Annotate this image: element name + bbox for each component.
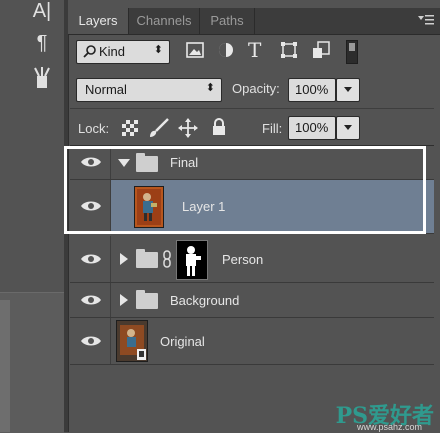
chevron-down-icon xyxy=(344,125,352,130)
lock-image-pixels-brush-icon[interactable] xyxy=(148,118,170,143)
panel-tab-bar: Layers Channels Paths xyxy=(68,8,440,35)
eye-icon xyxy=(81,336,101,346)
character-panel-icon[interactable]: A| xyxy=(24,0,60,28)
eye-icon xyxy=(81,295,101,305)
layer-name: Background xyxy=(170,293,240,308)
layer-row-person[interactable]: Person xyxy=(70,236,434,283)
divider xyxy=(70,108,434,109)
opacity-dropdown-button[interactable] xyxy=(336,78,360,102)
visibility-toggle[interactable] xyxy=(70,283,111,317)
paragraph-panel-icon[interactable]: ¶ xyxy=(24,32,60,60)
pixel-layer-filter-icon[interactable] xyxy=(186,42,204,63)
chevron-updown-icon: ⬍ xyxy=(205,82,215,94)
panel-menu-icon[interactable] xyxy=(418,14,434,28)
tab-paths[interactable]: Paths xyxy=(200,8,255,34)
lock-all-icon[interactable] xyxy=(212,118,226,141)
smart-object-filter-icon[interactable] xyxy=(312,41,330,64)
shape-layer-filter-icon[interactable] xyxy=(280,42,298,63)
folder-icon xyxy=(136,249,158,268)
layer-row-original[interactable]: Original xyxy=(70,318,434,365)
fill-label: Fill: xyxy=(262,121,283,136)
eye-icon xyxy=(81,254,101,264)
layer-row-background[interactable]: Background xyxy=(70,283,434,318)
fill-dropdown-button[interactable] xyxy=(336,116,360,140)
search-icon xyxy=(83,44,97,61)
chevron-down-icon xyxy=(344,87,352,92)
side-scroll-area xyxy=(0,300,10,432)
opacity-input[interactable]: 100% xyxy=(288,78,336,102)
fill-value: 100% xyxy=(295,120,329,135)
folder-icon xyxy=(136,290,158,309)
lock-position-move-icon[interactable] xyxy=(178,118,198,143)
layer-name: Person xyxy=(222,252,264,267)
blend-mode-select[interactable]: Normal ⬍ xyxy=(76,78,222,102)
tool-presets-icon[interactable] xyxy=(24,66,60,94)
chevron-updown-icon: ⬍ xyxy=(153,44,163,56)
lock-label: Lock: xyxy=(78,121,110,136)
expand-arrow-icon[interactable] xyxy=(120,294,128,306)
lock-transparent-pixels-icon[interactable] xyxy=(122,120,138,141)
highlight-frame xyxy=(64,146,426,234)
blend-mode-value: Normal xyxy=(85,82,127,97)
type-layer-filter-icon[interactable]: T xyxy=(248,38,261,62)
adjustment-layer-filter-icon[interactable] xyxy=(218,42,234,63)
visibility-toggle[interactable] xyxy=(70,236,111,282)
smart-object-thumbnail xyxy=(116,320,148,362)
filter-kind-select[interactable]: Kind ⬍ xyxy=(76,40,170,64)
tab-layers[interactable]: Layers xyxy=(68,8,129,34)
filter-kind-label: Kind xyxy=(99,44,126,59)
layer-mask-thumbnail[interactable] xyxy=(176,240,208,280)
layer-name: Original xyxy=(160,334,205,349)
link-chain-icon xyxy=(162,250,172,273)
tab-channels[interactable]: Channels xyxy=(129,8,200,34)
filter-toggle-switch[interactable] xyxy=(346,40,358,64)
fill-input[interactable]: 100% xyxy=(288,116,336,140)
watermark-url: www.psahz.com xyxy=(356,422,422,432)
visibility-toggle[interactable] xyxy=(70,318,111,364)
expand-arrow-icon[interactable] xyxy=(120,253,128,265)
opacity-value: 100% xyxy=(295,82,329,97)
opacity-label: Opacity: xyxy=(232,81,280,96)
